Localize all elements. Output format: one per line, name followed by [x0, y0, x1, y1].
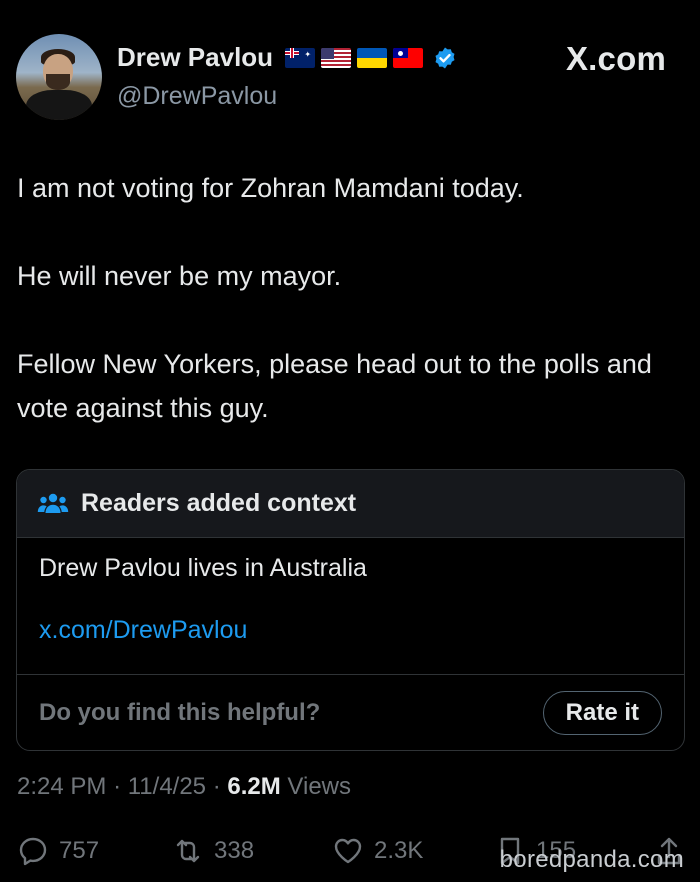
tweet-paragraph: I am not voting for Zohran Mamdani today…	[17, 173, 524, 203]
community-note-header: Readers added context	[17, 470, 684, 538]
meta-separator: ·	[113, 773, 128, 800]
community-note-body: Drew Pavlou lives in Australia x.com/Dre…	[17, 538, 684, 675]
tweet-paragraph: He will never be my mayor.	[17, 261, 342, 291]
community-note: Readers added context Drew Pavlou lives …	[16, 469, 685, 751]
people-icon	[37, 493, 69, 513]
site-label: X.com	[565, 40, 666, 77]
community-note-title: Readers added context	[81, 489, 357, 517]
helpful-question: Do you find this helpful?	[39, 698, 321, 726]
like-count: 2.3K	[374, 837, 424, 864]
watermark: boredpanda.com	[499, 846, 684, 873]
views-label: Views	[287, 773, 351, 800]
taiwan-flag-icon	[393, 47, 424, 68]
community-note-footer: Do you find this helpful? Rate it	[17, 675, 684, 750]
reply-count: 757	[59, 837, 100, 864]
like-button[interactable]: 2.3K	[332, 835, 423, 867]
community-note-link[interactable]: x.com/DrewPavlou	[39, 616, 662, 645]
tweet-text: I am not voting for Zohran Mamdani today…	[17, 166, 667, 430]
repost-count: 338	[214, 837, 255, 864]
reply-icon	[19, 837, 47, 866]
tweet-date[interactable]: 11/4/25	[128, 773, 206, 800]
tweet-meta: 2:24 PM · 11/4/25 · 6.2M Views	[17, 773, 351, 801]
ukraine-flag-icon	[357, 47, 388, 68]
rate-it-button[interactable]: Rate it	[542, 690, 662, 735]
views-count: 6.2M	[227, 773, 281, 800]
usa-flag-icon	[321, 47, 352, 68]
heart-icon	[334, 838, 362, 864]
author-name[interactable]: Drew Pavlou	[117, 42, 273, 73]
australia-flag-icon	[285, 47, 316, 68]
meta-separator: ·	[212, 773, 228, 800]
reply-button[interactable]: 757	[17, 835, 99, 867]
verified-badge-icon	[435, 47, 455, 68]
avatar-beard	[46, 74, 70, 90]
avatar[interactable]	[16, 34, 102, 120]
community-note-text: Drew Pavlou lives in Australia	[39, 554, 367, 582]
author-row: Drew Pavlou	[117, 42, 457, 73]
tweet-paragraph: Fellow New Yorkers, please head out to t…	[17, 349, 652, 423]
author-handle[interactable]: @DrewPavlou	[117, 82, 277, 111]
repost-icon	[176, 839, 200, 863]
avatar-body	[26, 90, 92, 120]
tweet-time[interactable]: 2:24 PM	[17, 773, 106, 800]
repost-button[interactable]: 338	[172, 835, 254, 867]
